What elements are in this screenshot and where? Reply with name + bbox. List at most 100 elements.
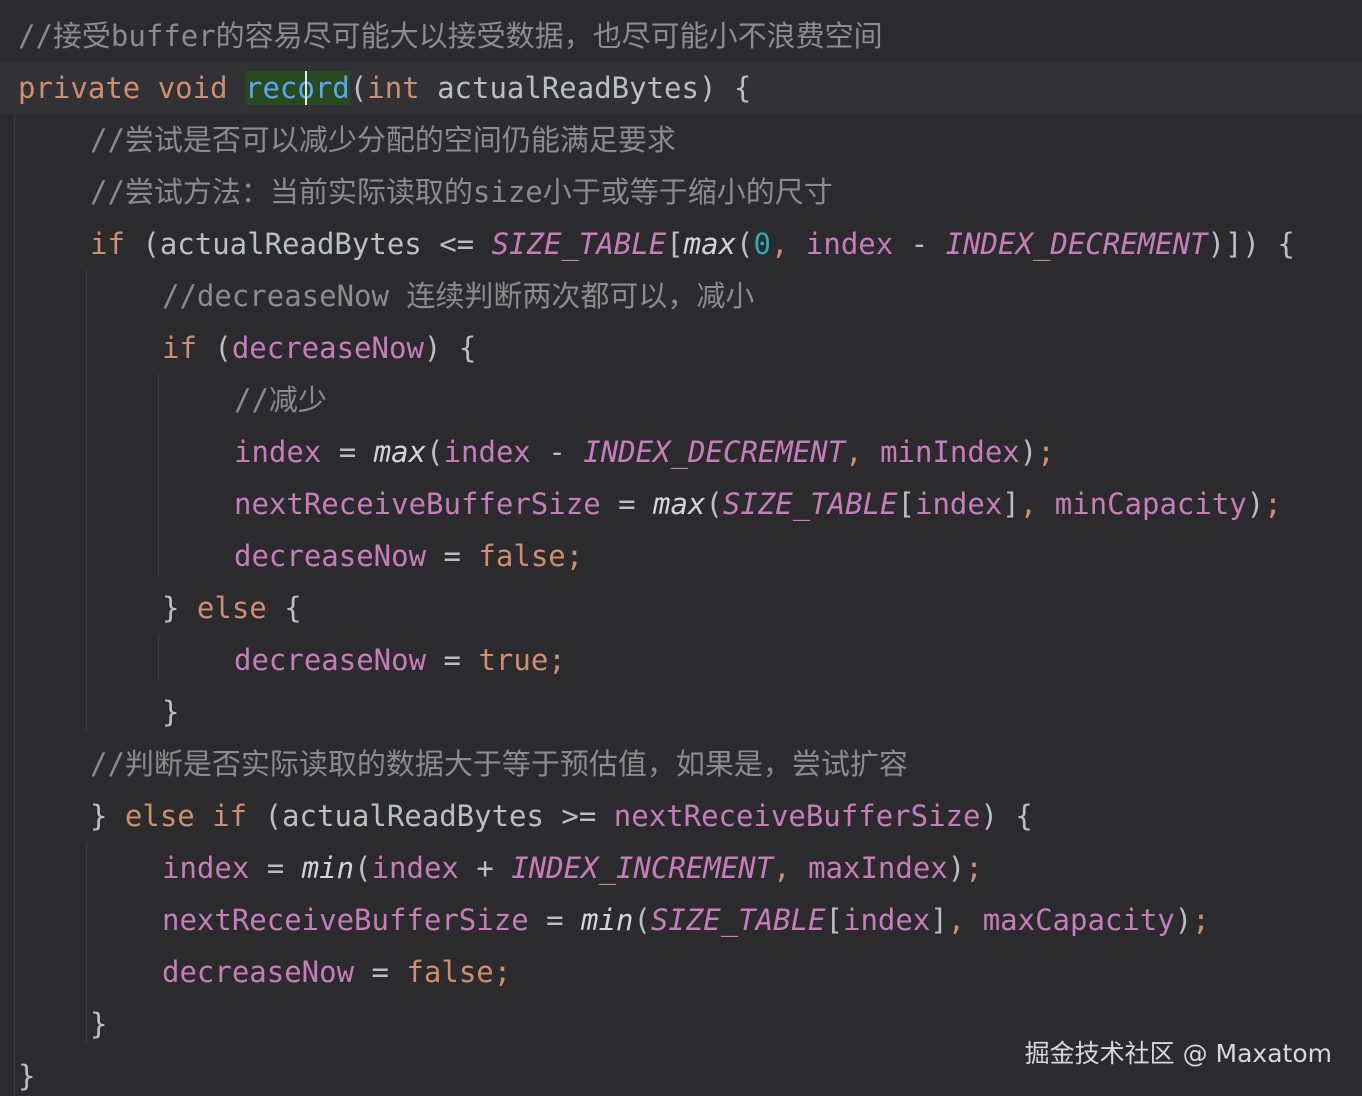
code-token: ( <box>354 851 372 885</box>
code-token: ; <box>1192 903 1210 937</box>
code-token: 0 <box>753 227 771 261</box>
code-line[interactable]: } else if (actualReadBytes >= nextReceiv… <box>0 790 1362 842</box>
code-token: ) <box>1246 487 1265 521</box>
code-token: , <box>773 851 809 885</box>
code-line[interactable]: index = min(index + INDEX_INCREMENT, max… <box>0 842 1362 894</box>
code-token: ; <box>548 643 566 677</box>
code-token: , <box>845 435 881 469</box>
code-token: ( <box>196 331 232 365</box>
indent-guide <box>86 842 87 1044</box>
code-token: else if <box>124 799 248 833</box>
code-token: , <box>770 227 806 261</box>
code-token: { <box>266 591 302 625</box>
code-line[interactable]: private void record(int actualReadBytes)… <box>0 62 1362 114</box>
code-token: } <box>90 1007 108 1041</box>
code-token: maxCapacity <box>982 903 1175 937</box>
indent-guide <box>14 114 15 1096</box>
code-token: true <box>478 643 549 677</box>
code-token: [ <box>897 487 915 521</box>
code-token: (actualReadBytes >= <box>247 799 614 833</box>
code-token: [ <box>825 903 843 937</box>
code-line[interactable]: if (actualReadBytes <= SIZE_TABLE[max(0,… <box>0 218 1362 270</box>
code-token: SIZE_TABLE <box>491 227 667 261</box>
code-line[interactable]: //接受buffer的容易尽可能大以接受数据，也尽可能小不浪费空间 <box>0 10 1362 62</box>
indent-guide <box>158 374 159 576</box>
code-token: index <box>914 487 1003 521</box>
code-editor[interactable]: //接受buffer的容易尽可能大以接受数据，也尽可能小不浪费空间 private… <box>0 0 1362 1096</box>
code-token: //接受buffer的容易尽可能大以接受数据，也尽可能小不浪费空间 <box>18 19 883 53</box>
method-name-token: record <box>245 71 350 105</box>
code-token: ; <box>565 539 584 573</box>
code-token: SIZE_TABLE <box>722 487 898 521</box>
code-token: if <box>162 331 197 365</box>
code-token: - <box>530 435 584 469</box>
code-token: max <box>373 435 427 469</box>
code-token: } <box>18 1059 36 1093</box>
watermark: 掘金技术社区 @ Maxatom <box>1024 1039 1332 1068</box>
code-token: index <box>371 851 459 885</box>
code-token: index <box>842 903 931 937</box>
code-token: decreaseNow <box>234 643 427 677</box>
code-token: minIndex <box>880 435 1020 469</box>
code-token: ( <box>426 435 444 469</box>
code-token: ) <box>947 851 966 885</box>
code-token: ) { <box>980 799 1033 833</box>
code-line[interactable]: decreaseNow = false; <box>0 946 1362 998</box>
code-token: INDEX_DECREMENT <box>945 227 1208 261</box>
code-token: //decreaseNow 连续判断两次都可以，减小 <box>162 279 755 313</box>
code-token: if <box>90 227 125 261</box>
code-line[interactable]: //尝试是否可以减少分配的空间仍能满足要求 <box>0 114 1362 166</box>
code-token: max <box>653 487 706 521</box>
code-token: ; <box>1264 487 1282 521</box>
code-token: decreaseNow <box>162 955 355 989</box>
code-token: INDEX_INCREMENT <box>511 851 774 885</box>
code-token: max <box>683 227 737 261</box>
code-line[interactable]: //减少 <box>0 374 1362 426</box>
code-line[interactable]: //decreaseNow 连续判断两次都可以，减小 <box>0 270 1362 322</box>
code-token: - <box>893 227 946 261</box>
code-token: SIZE_TABLE <box>650 903 826 937</box>
code-token: = <box>249 851 302 885</box>
code-token: = <box>426 643 479 677</box>
code-line[interactable]: nextReceiveBufferSize = min(SIZE_TABLE[i… <box>0 894 1362 946</box>
code-token: ) <box>1019 435 1038 469</box>
code-token: )]) { <box>1207 227 1295 261</box>
code-token: false <box>478 539 566 573</box>
code-token: ( <box>349 71 368 105</box>
code-line[interactable]: if (decreaseNow) { <box>0 322 1362 374</box>
code-token: false <box>406 955 494 989</box>
code-token: min <box>301 851 355 885</box>
code-token: //判断是否实际读取的数据大于等于预估值，如果是，尝试扩容 <box>90 747 908 781</box>
code-token: [ <box>666 227 684 261</box>
code-token: nextReceiveBufferSize <box>234 487 601 521</box>
code-token: = <box>354 955 407 989</box>
code-token: index <box>443 435 531 469</box>
code-line[interactable]: //判断是否实际读取的数据大于等于预估值，如果是，尝试扩容 <box>0 738 1362 790</box>
code-line[interactable]: nextReceiveBufferSize = max(SIZE_TABLE[i… <box>0 478 1362 530</box>
text-caret <box>305 71 307 105</box>
code-token: } <box>90 799 125 833</box>
code-token: minCapacity <box>1054 487 1247 521</box>
code-line[interactable]: decreaseNow = true; <box>0 634 1362 686</box>
indent-guide <box>158 634 159 680</box>
code-token: } <box>162 695 180 729</box>
code-token: INDEX_DECREMENT <box>583 435 846 469</box>
code-token: nextReceiveBufferSize <box>162 903 529 937</box>
code-token: decreaseNow <box>231 331 424 365</box>
indent-guide <box>86 270 87 732</box>
code-token: decreaseNow <box>234 539 427 573</box>
code-line[interactable]: //尝试方法：当前实际读取的size小于或等于缩小的尺寸 <box>0 166 1362 218</box>
code-line[interactable]: } else { <box>0 582 1362 634</box>
code-token: ; <box>1037 435 1055 469</box>
code-token: ] <box>930 903 948 937</box>
code-token: index <box>162 851 250 885</box>
code-token: //尝试方法：当前实际读取的size小于或等于缩小的尺寸 <box>90 175 833 209</box>
code-line[interactable]: } <box>0 686 1362 738</box>
code-token: ( <box>633 903 651 937</box>
code-token: = <box>426 539 479 573</box>
code-token: //减少 <box>234 383 327 417</box>
code-line[interactable]: index = max(index - INDEX_DECREMENT, min… <box>0 426 1362 478</box>
code-line[interactable]: decreaseNow = false; <box>0 530 1362 582</box>
